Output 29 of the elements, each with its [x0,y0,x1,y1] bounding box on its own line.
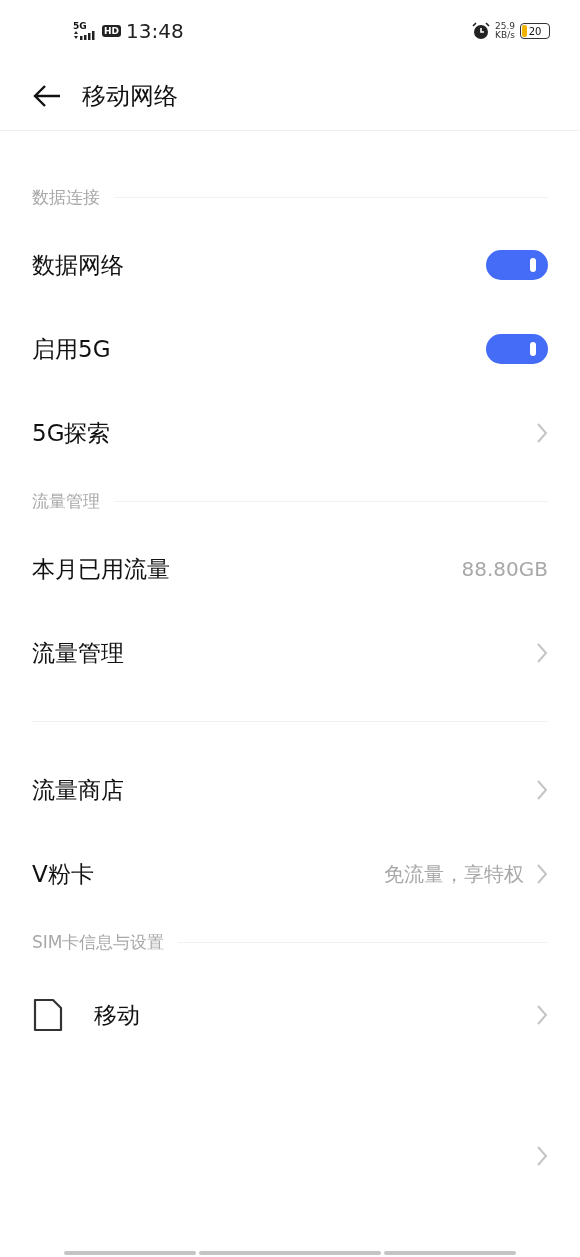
setting-value: 免流量，享特权 [384,860,524,888]
setting-label[interactable]: 流量管理 [32,637,524,669]
hd-icon: HD [102,25,121,37]
clock-time: 13:48 [126,19,184,43]
chevron-right-icon [536,779,548,801]
toggle-switch[interactable] [486,250,548,280]
back-arrow-icon[interactable] [32,84,62,108]
setting-value: 88.80GB [461,557,548,581]
toggle-switch[interactable] [486,334,548,364]
setting-label[interactable]: 移动 [94,999,524,1031]
setting-label: 启用5G [32,334,112,364]
sim-card-icon [32,997,64,1033]
setting-label[interactable]: 5G探索 [32,417,524,449]
chevron-right-icon [536,642,548,664]
setting-label: 本月已用流量 [32,554,171,584]
chevron-right-icon [536,1145,548,1167]
network-speed: 25.9 KB/s [494,22,515,40]
chevron-right-icon [536,1004,548,1026]
setting-label: 数据网络 [32,250,125,280]
setting-label[interactable]: 流量商店 [32,774,524,806]
section-header: SIM卡信息与设置 [32,930,165,954]
battery-icon: 20 [520,23,550,39]
section-header: 流量管理 [32,489,100,513]
section-header: 数据连接 [32,185,100,209]
alarm-clock-icon [471,22,490,40]
setting-label[interactable]: V粉卡 [32,858,372,890]
page-title: 移动网络 [82,81,178,112]
chevron-right-icon [536,422,548,444]
chevron-right-icon [536,863,548,885]
